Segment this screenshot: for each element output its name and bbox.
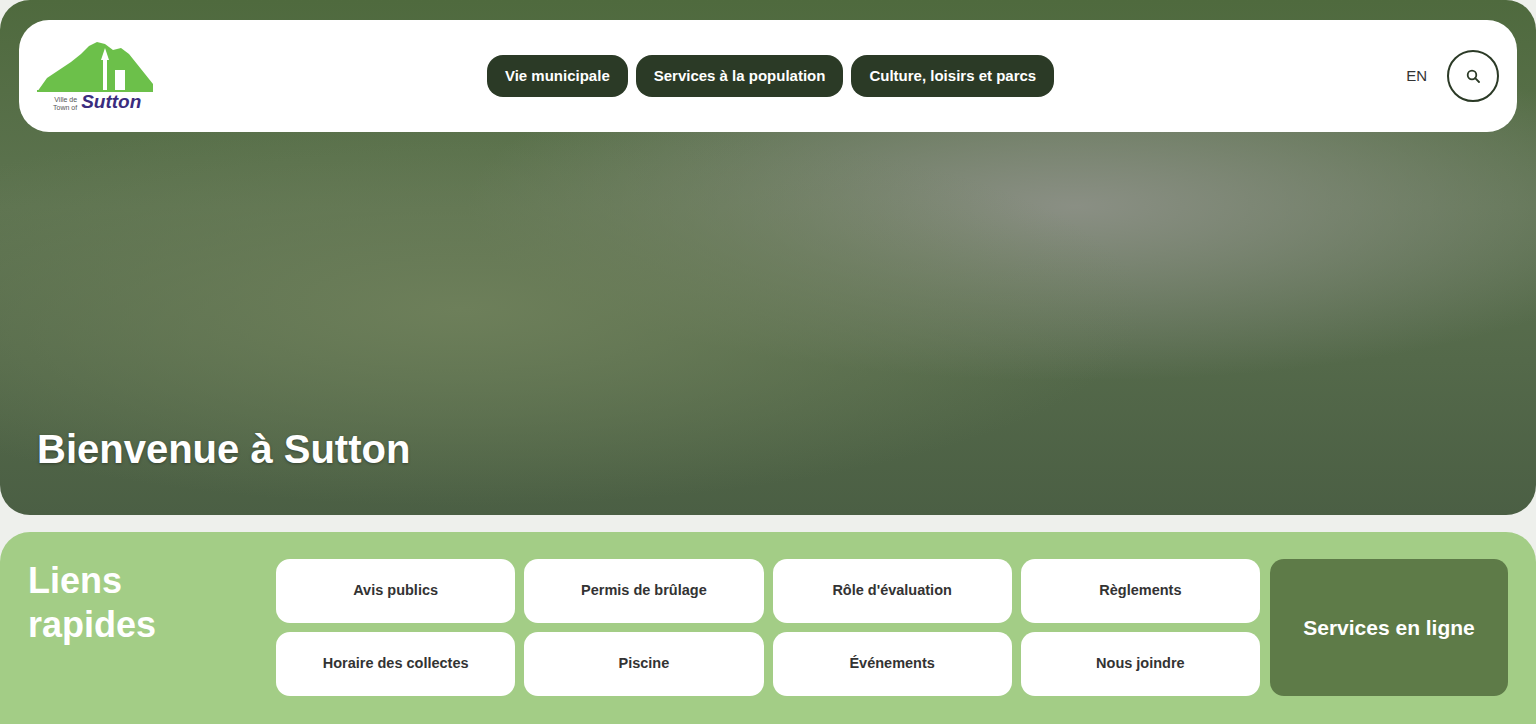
mountain-logo-icon [37, 40, 153, 92]
nav-button[interactable]: Culture, loisirs et parcs [851, 55, 1054, 98]
nav-button[interactable]: Services à la population [636, 55, 844, 98]
quick-links-title: Liens rapides [28, 559, 198, 647]
quick-link[interactable]: Permis de brûlage [524, 559, 763, 623]
quick-link[interactable]: Piscine [524, 632, 763, 696]
search-button[interactable] [1447, 50, 1499, 102]
logo-name: Sutton [81, 92, 141, 112]
online-services-button[interactable]: Services en ligne [1270, 559, 1508, 696]
town-logo[interactable]: Ville de Town of Sutton [37, 40, 155, 112]
language-switch[interactable]: EN [1386, 65, 1447, 88]
logo-line: Ville de [53, 96, 77, 104]
site-header: Ville de Town of Sutton Vie municipaleSe… [19, 20, 1517, 132]
quick-link[interactable]: Événements [773, 632, 1012, 696]
quick-link[interactable]: Avis publics [276, 559, 515, 623]
magnifier-icon [1466, 69, 1480, 83]
main-nav: Vie municipaleServices à la populationCu… [155, 55, 1386, 98]
quick-link[interactable]: Nous joindre [1021, 632, 1260, 696]
hero-title: Bienvenue à Sutton [37, 425, 1517, 473]
quick-links-panel: Liens rapides Avis publicsPermis de brûl… [0, 532, 1536, 724]
quick-link[interactable]: Horaire des collectes [276, 632, 515, 696]
hero-banner: Ville de Town of Sutton Vie municipaleSe… [0, 0, 1536, 515]
logo-line: Town of [53, 104, 77, 112]
quick-link[interactable]: Rôle d'évaluation [773, 559, 1012, 623]
quick-links-grid: Avis publicsPermis de brûlageRôle d'éval… [276, 559, 1260, 696]
quick-link[interactable]: Règlements [1021, 559, 1260, 623]
nav-button[interactable]: Vie municipale [487, 55, 628, 98]
